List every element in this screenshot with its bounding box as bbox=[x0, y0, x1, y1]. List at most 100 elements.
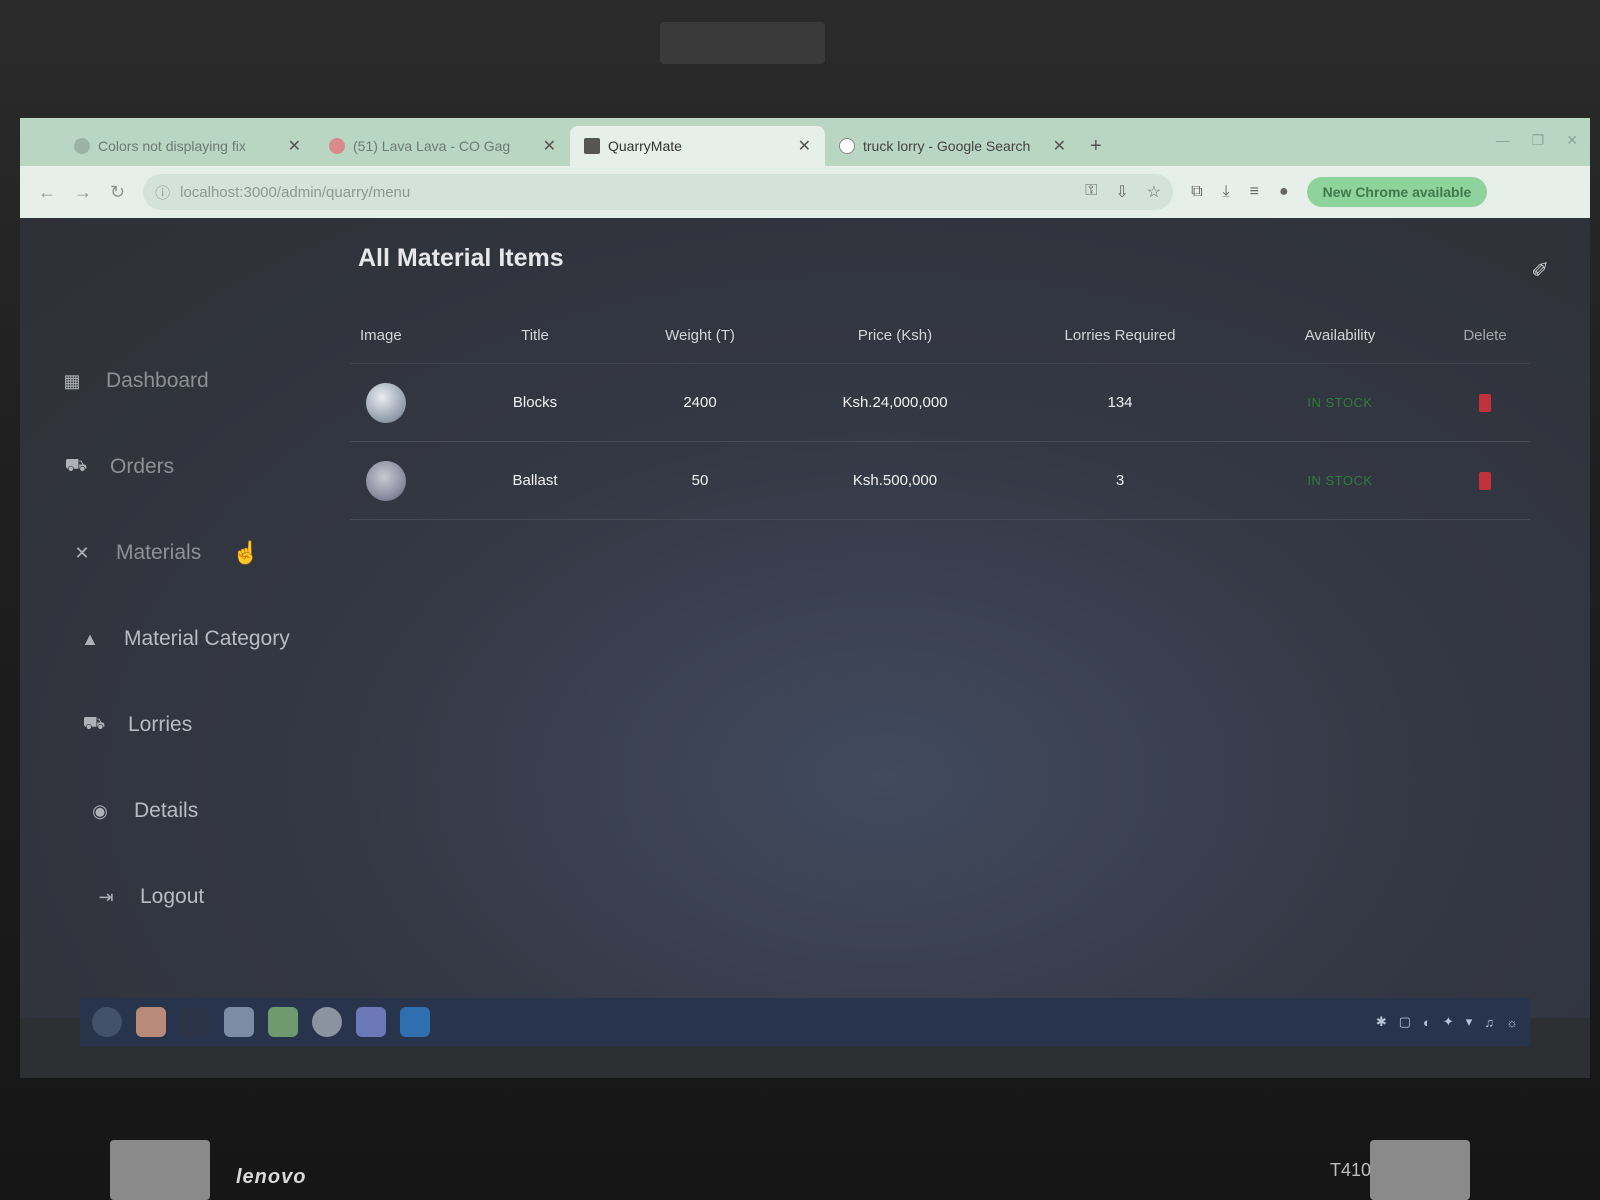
truck-icon: ⛟ bbox=[64, 455, 88, 475]
sidebar-item-orders[interactable]: ⛟ Orders bbox=[60, 424, 350, 510]
new-tab-button[interactable]: + bbox=[1080, 135, 1112, 166]
webcam-housing bbox=[660, 22, 825, 64]
image-cell bbox=[350, 460, 460, 501]
weight-cell: 2400 bbox=[683, 394, 717, 411]
browser-tab[interactable]: (51) Lava Lava - CO Gag ✕ bbox=[315, 126, 570, 166]
sidebar-item-label: Orders bbox=[110, 455, 175, 478]
sidebar-item-material-category[interactable]: ▲ Material Category bbox=[60, 596, 350, 682]
hinge-left bbox=[110, 1140, 210, 1200]
material-thumbnail bbox=[366, 382, 406, 423]
slack-icon[interactable]: ✱ bbox=[1376, 1014, 1387, 1030]
sidebar-item-logout[interactable]: ⇥ Logout bbox=[60, 854, 350, 940]
lorries-cell: 134 bbox=[1107, 394, 1133, 411]
app-icon[interactable] bbox=[356, 1007, 386, 1037]
lorry-icon: ⛟ bbox=[82, 713, 106, 733]
trash-icon[interactable] bbox=[1479, 393, 1491, 412]
reload-icon[interactable]: ↻ bbox=[110, 182, 125, 203]
key-icon[interactable]: ⚿ bbox=[1085, 182, 1097, 202]
system-tray: ✱ ▢ ◐ ✦ ▾ ♫ ☼ bbox=[1376, 1014, 1518, 1030]
laptop-bezel: lenovo T410 Colors not displaying fix ✕ … bbox=[0, 0, 1600, 1200]
availability-badge: IN STOCK bbox=[1307, 395, 1373, 410]
column-header: Availability bbox=[1304, 327, 1376, 344]
app-icon[interactable] bbox=[136, 1007, 166, 1037]
browser-tab[interactable]: Colors not displaying fix ✕ bbox=[60, 126, 315, 166]
close-icon[interactable]: ✕ bbox=[288, 136, 301, 156]
minimize-icon[interactable]: — bbox=[1496, 132, 1510, 149]
lorries-cell: 3 bbox=[1115, 472, 1125, 489]
sidebar-item-details[interactable]: ◉ Details bbox=[60, 768, 350, 854]
folder-icon[interactable] bbox=[224, 1007, 254, 1037]
profile-icon[interactable]: ● bbox=[1279, 183, 1289, 201]
sidebar-item-label: Material Category bbox=[124, 627, 290, 650]
column-header: Image bbox=[360, 327, 402, 344]
launcher-icon[interactable] bbox=[92, 1007, 122, 1037]
browser-tab[interactable]: truck lorry - Google Search ✕ bbox=[825, 126, 1080, 166]
window-controls: — ❐ ✕ bbox=[1496, 132, 1578, 149]
laptop-model: T410 bbox=[1330, 1160, 1372, 1180]
sidebar-item-lorries[interactable]: ⛟ Lorries bbox=[60, 682, 350, 768]
sidebar-item-materials[interactable]: ✕ Materials bbox=[60, 510, 350, 596]
close-icon[interactable]: ✕ bbox=[798, 136, 811, 156]
close-window-icon[interactable]: ✕ bbox=[1566, 132, 1578, 149]
laptop-brand: lenovo bbox=[236, 1166, 307, 1188]
volume-icon[interactable]: ♫ bbox=[1484, 1015, 1494, 1030]
clipboard-icon[interactable]: ▢ bbox=[1399, 1014, 1411, 1030]
shapes-icon: ▲ bbox=[81, 628, 99, 649]
column-header: Lorries Required bbox=[1064, 327, 1176, 344]
column-header: Title bbox=[521, 327, 549, 344]
app-content: ▦ Dashboard ⛟ Orders ✕ Materials ▲ Mater… bbox=[20, 218, 1590, 1018]
chrome-update-button[interactable]: New Chrome available bbox=[1306, 177, 1488, 207]
close-icon[interactable]: ✕ bbox=[543, 136, 556, 156]
column-header: Delete bbox=[1463, 327, 1507, 344]
forward-icon[interactable]: → bbox=[74, 182, 92, 203]
close-icon[interactable]: ✕ bbox=[1053, 136, 1066, 156]
image-cell bbox=[350, 382, 460, 423]
install-icon[interactable]: ⇩ bbox=[1115, 182, 1128, 202]
page-title: All Material Items bbox=[358, 244, 564, 272]
sidebar-item-dashboard[interactable]: ▦ Dashboard bbox=[60, 338, 350, 424]
vscode-icon[interactable] bbox=[400, 1007, 430, 1037]
pencil-icon[interactable]: ✏ bbox=[1525, 253, 1556, 284]
table-row: Blocks 2400 Ksh.24,000,000 134 IN STOCK bbox=[350, 364, 1530, 442]
brightness-icon[interactable]: ☼ bbox=[1506, 1015, 1518, 1030]
dashboard-icon: ▦ bbox=[63, 370, 81, 391]
trash-icon[interactable] bbox=[1479, 471, 1491, 490]
sidebar: ▦ Dashboard ⛟ Orders ✕ Materials ▲ Mater… bbox=[60, 338, 350, 940]
column-header: Price (Ksh) bbox=[857, 327, 933, 344]
network-icon[interactable]: ◐ bbox=[1423, 1015, 1431, 1030]
browser-tab-active[interactable]: QuarryMate ✕ bbox=[570, 126, 825, 166]
chrome-icon[interactable] bbox=[312, 1007, 342, 1037]
terminal-icon[interactable] bbox=[180, 1007, 210, 1037]
info-icon[interactable]: ⓘ bbox=[155, 182, 170, 203]
sidebar-item-label: Logout bbox=[140, 885, 205, 908]
extensions-icon[interactable]: ⧉ bbox=[1191, 183, 1202, 201]
browser-app-icon[interactable] bbox=[268, 1007, 298, 1037]
os-taskbar: ✱ ▢ ◐ ✦ ▾ ♫ ☼ bbox=[80, 998, 1530, 1046]
column-header: Weight (T) bbox=[665, 327, 735, 344]
screen: Colors not displaying fix ✕ (51) Lava La… bbox=[20, 118, 1590, 1078]
hinge-right bbox=[1370, 1140, 1470, 1200]
material-thumbnail bbox=[366, 460, 406, 501]
table-row: Ballast 50 Ksh.500,000 3 IN STOCK bbox=[350, 442, 1530, 520]
back-icon[interactable]: ← bbox=[38, 182, 56, 203]
price-cell: Ksh.24,000,000 bbox=[842, 394, 948, 411]
media-icon[interactable]: ≡ bbox=[1250, 183, 1259, 201]
address-bar[interactable]: ⓘ localhost:3000/admin/quarry/menu ⚿ ⇩ ☆ bbox=[143, 174, 1174, 210]
tab-favicon-icon bbox=[584, 138, 600, 154]
download-icon[interactable]: ⤓ bbox=[1223, 183, 1230, 201]
sidebar-item-label: Lorries bbox=[128, 713, 193, 736]
settings-icon[interactable]: ✦ bbox=[1443, 1014, 1454, 1030]
star-icon[interactable]: ☆ bbox=[1147, 182, 1161, 202]
browser-toolbar: ← → ↻ ⓘ localhost:3000/admin/quarry/menu… bbox=[20, 166, 1590, 218]
tab-favicon-icon bbox=[329, 138, 345, 154]
hand-cursor-icon: ☝ bbox=[232, 540, 260, 565]
title-cell: Ballast bbox=[512, 472, 558, 489]
weight-cell: 50 bbox=[691, 472, 709, 489]
wifi-icon[interactable]: ▾ bbox=[1466, 1014, 1473, 1030]
google-icon bbox=[839, 138, 855, 154]
title-cell: Blocks bbox=[512, 394, 558, 411]
tab-bar: Colors not displaying fix ✕ (51) Lava La… bbox=[20, 118, 1590, 166]
table-header: Image Title Weight (T) Price (Ksh) Lorri… bbox=[350, 308, 1530, 364]
maximize-icon[interactable]: ❐ bbox=[1532, 132, 1545, 149]
tab-label: Colors not displaying fix bbox=[98, 138, 246, 154]
